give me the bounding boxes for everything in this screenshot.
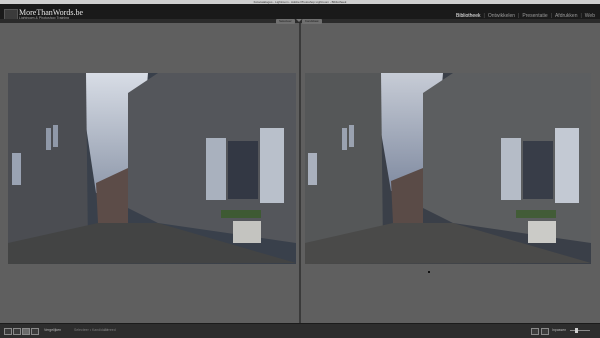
grid-view-icon[interactable] (4, 328, 12, 335)
select-label: Selecteer (276, 19, 295, 24)
select-candidate-label: Selecteer • Kandidaat (74, 328, 108, 332)
zoom-label: Inpassen (552, 328, 567, 332)
swap-icon[interactable] (531, 328, 539, 335)
identity-plate-bar: MoreThanWords.be Lightroom & Photoshop T… (0, 4, 600, 22)
select-photo[interactable] (8, 73, 296, 264)
street-photo-image (8, 73, 296, 264)
loupe-view-icon[interactable] (13, 328, 21, 335)
zoom-slider-track[interactable] (570, 330, 590, 331)
done-button[interactable]: Gereed (104, 328, 116, 333)
zoom-slider-knob[interactable] (575, 328, 578, 333)
candidate-label: Kandidaat (302, 19, 322, 24)
bottom-toolbar: Vergelijken Selecteer • Kandidaat Gereed… (0, 323, 600, 338)
candidate-photo[interactable] (305, 73, 591, 264)
make-select-icon[interactable] (541, 328, 549, 335)
survey-view-icon[interactable] (31, 328, 39, 335)
mouse-cursor (428, 271, 430, 273)
street-photo-image (305, 73, 591, 264)
compare-mode-label: Vergelijken (44, 328, 62, 332)
compare-view-icon[interactable] (22, 328, 30, 335)
